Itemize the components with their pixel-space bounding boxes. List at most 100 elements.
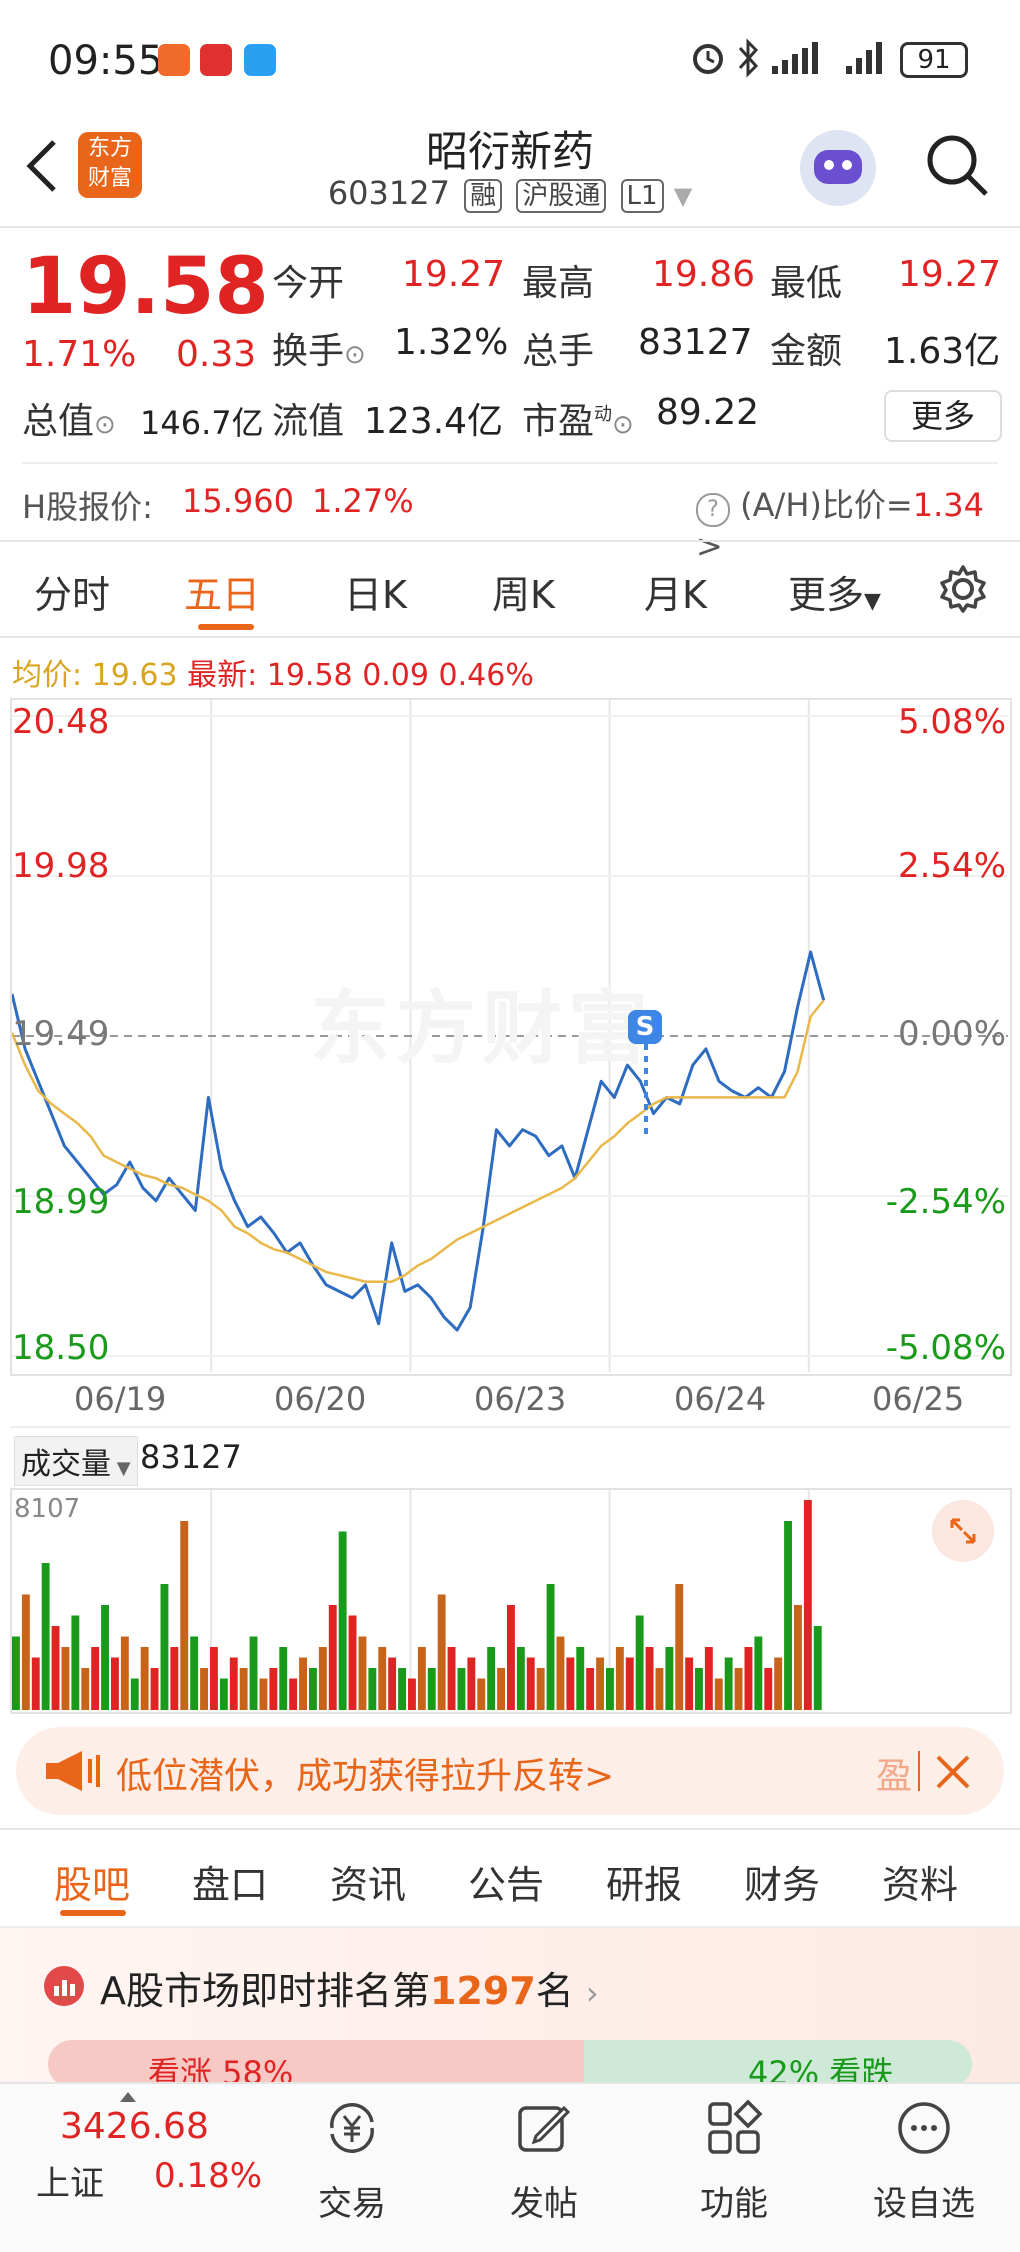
ah-ratio-arrow: > — [696, 527, 723, 565]
tab-research[interactable]: 研报 — [606, 1854, 682, 1909]
ranking-card[interactable]: A股市场即时排名第1297名 › 看涨 58% 42% 看跌 — [0, 1928, 1020, 2088]
nav-post[interactable]: 发帖 — [464, 2084, 624, 2252]
tab-five-day[interactable]: 五日 — [184, 564, 260, 619]
y-label-right: 0.00% — [897, 1014, 1006, 1054]
volume-bar — [526, 1657, 535, 1710]
expand-icon[interactable] — [932, 1500, 994, 1562]
change-amount: 0.33 — [176, 334, 257, 375]
volume-bar — [61, 1647, 70, 1710]
latest-value: 19.58 — [266, 658, 353, 693]
tag-connect: 沪股通 — [516, 179, 607, 213]
nav-add-watchlist[interactable]: 设自选 — [844, 2084, 1004, 2252]
dropdown-icon[interactable]: ▼ — [674, 182, 692, 210]
volume-bar — [180, 1521, 189, 1710]
signal-marker-icon[interactable]: S — [628, 1010, 662, 1044]
open-label: 今开 — [272, 263, 345, 304]
y-label-left: 18.50 — [12, 1328, 110, 1368]
tab-profile[interactable]: 资料 — [882, 1854, 958, 1909]
volume-bar — [497, 1668, 505, 1710]
grid-apps-icon — [708, 2099, 763, 2154]
rank-prefix: A股市场即时排名第 — [100, 1969, 430, 2013]
amount-value: 1.63亿 — [884, 331, 1001, 372]
volume-bar — [71, 1615, 80, 1710]
tab-weekly-k[interactable]: 周K — [492, 564, 555, 619]
y-label-right: -2.54% — [885, 1182, 1006, 1222]
volume-bar — [774, 1657, 783, 1710]
more-button[interactable]: 更多 — [884, 390, 1002, 442]
y-label-right: -5.08% — [885, 1328, 1006, 1368]
volume-bar — [625, 1657, 634, 1710]
watermark-text: 东方财富 — [310, 982, 654, 1075]
tab-finance[interactable]: 财务 — [744, 1854, 820, 1909]
volume-value: 83127 — [638, 322, 753, 363]
volume-bar — [279, 1647, 288, 1710]
volume-selector-label: 成交量 — [21, 1447, 111, 1482]
volume-bar — [714, 1678, 723, 1710]
volume-bar — [289, 1678, 298, 1710]
turnover-label-text: 换手 — [272, 331, 345, 372]
tag-margin: 融 — [464, 179, 503, 213]
turnover-label: 换手⊙ — [272, 322, 366, 374]
volume-bar — [190, 1636, 199, 1710]
divider — [0, 636, 1020, 638]
volume-bar — [754, 1636, 763, 1710]
nav-trade[interactable]: 交易 — [272, 2084, 432, 2252]
volume-bar — [734, 1668, 743, 1710]
volume-bar — [507, 1605, 515, 1710]
tab-monthly-k[interactable]: 月K — [644, 564, 707, 619]
tab-guba[interactable]: 股吧 — [54, 1854, 130, 1909]
volume-bar — [299, 1657, 307, 1710]
volume-bar — [457, 1668, 466, 1710]
low-label: 最低 — [770, 263, 843, 304]
volume-bar — [219, 1678, 228, 1710]
nav-post-label: 发帖 — [510, 2184, 578, 2224]
tab-more-label: 更多 — [788, 573, 865, 617]
hshare-pct: 1.27% — [312, 482, 414, 520]
index-pct[interactable]: 0.18% — [154, 2156, 262, 2196]
chart-info-line: 均价: 19.63 最新: 19.58 0.09 0.46% — [12, 650, 534, 694]
caret-down-icon: ▼ — [111, 1458, 131, 1479]
robot-assistant-icon[interactable] — [800, 130, 876, 206]
volume-selector[interactable]: 成交量 ▼ — [14, 1436, 138, 1486]
y-label-left: 19.49 — [12, 1014, 110, 1054]
rank-suffix: 名 — [535, 1969, 574, 2013]
tab-announcements[interactable]: 公告 — [468, 1854, 544, 1909]
tab-news[interactable]: 资讯 — [330, 1854, 406, 1909]
caret-up-icon — [120, 2092, 136, 2102]
volume-chart[interactable] — [12, 1490, 1008, 1710]
banner-text: 低位潜伏，成功获得拉升反转> — [116, 1756, 615, 1797]
help-icon[interactable]: ? — [696, 493, 730, 527]
ah-ratio[interactable]: ? (A/H)比价=1.34 > — [696, 480, 1020, 565]
info-icon[interactable]: ⊙ — [612, 410, 634, 440]
nav-functions[interactable]: 功能 — [654, 2084, 814, 2252]
volume-bar — [764, 1668, 773, 1710]
volume-bar — [724, 1657, 733, 1710]
latest-label: 最新: — [187, 658, 258, 693]
tab-daily-k[interactable]: 日K — [344, 564, 407, 619]
hshare-price: 15.960 — [182, 482, 294, 520]
volume-bar — [111, 1657, 119, 1710]
chevron-right-icon: › — [585, 1974, 599, 2012]
float-label: 流值 — [272, 401, 345, 442]
settings-gear-icon[interactable] — [938, 564, 988, 614]
index-value[interactable]: 3426.68 — [60, 2106, 209, 2147]
info-icon[interactable]: ⊙ — [94, 410, 116, 440]
tab-pankou[interactable]: 盘口 — [192, 1854, 268, 1909]
active-tab-indicator — [198, 624, 254, 630]
tab-intraday[interactable]: 分时 — [34, 564, 110, 619]
volume-bar — [685, 1657, 694, 1710]
trade-yen-icon — [330, 2103, 374, 2153]
volume-label: 总手 — [522, 331, 595, 372]
y-label-right: 2.54% — [897, 846, 1006, 886]
close-icon[interactable] — [934, 1753, 972, 1791]
search-icon[interactable] — [924, 132, 992, 200]
tab-more[interactable]: 更多▼ — [788, 564, 881, 619]
info-icon[interactable]: ⊙ — [344, 340, 366, 370]
volume-bar — [566, 1657, 575, 1710]
ranking-icon — [44, 1966, 84, 2006]
index-name[interactable]: 上证 — [36, 2156, 104, 2205]
volume-bar — [31, 1657, 40, 1710]
pe-label-text: 市盈 — [522, 401, 595, 442]
sentiment-bar[interactable]: 看涨 58% 42% 看跌 — [48, 2040, 972, 2088]
promo-banner[interactable]: 低位潜伏，成功获得拉升反转> 盈 — [16, 1727, 1004, 1815]
